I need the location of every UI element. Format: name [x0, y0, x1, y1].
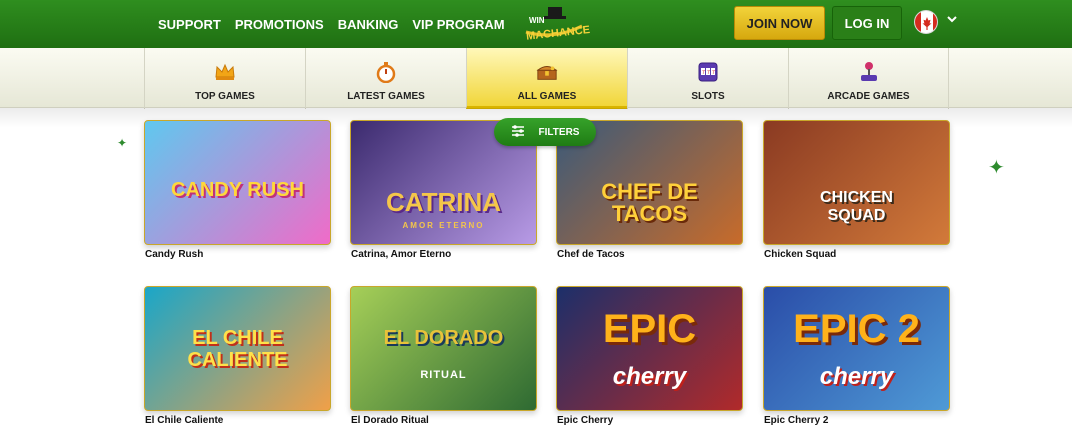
top-header: SUPPORT PROMOTIONS BANKING VIP PROGRAM W…: [0, 0, 1072, 48]
chevron-down-icon[interactable]: [946, 13, 958, 28]
tab-arcade-games[interactable]: ARCADE GAMES: [788, 48, 949, 109]
tile-art-text: EL CHILE CALIENTE: [187, 327, 288, 371]
game-title[interactable]: Epic Cherry: [557, 415, 613, 426]
main-nav: SUPPORT PROMOTIONS BANKING VIP PROGRAM: [158, 0, 505, 48]
game-title[interactable]: Catrina, Amor Eterno: [351, 249, 451, 260]
tab-label: ALL GAMES: [517, 91, 577, 102]
tile-art-text: EL DORADO: [383, 327, 504, 349]
sparkle-icon: ✦: [117, 136, 128, 150]
game-tile-el-dorado-ritual[interactable]: EL DORADO RITUAL: [350, 286, 537, 411]
game-tile-el-chile-caliente[interactable]: EL CHILE CALIENTE: [144, 286, 331, 411]
nav-promotions[interactable]: PROMOTIONS: [235, 17, 324, 32]
logo-text-win: WIN: [529, 16, 545, 25]
sliders-icon: [511, 124, 525, 140]
tab-all-games[interactable]: ALL GAMES: [466, 48, 627, 109]
stopwatch-icon: [375, 61, 397, 83]
game-tile-chicken-squad[interactable]: CHICKEN SQUAD: [763, 120, 950, 245]
nav-support[interactable]: SUPPORT: [158, 17, 221, 32]
nav-banking[interactable]: BANKING: [338, 17, 399, 32]
tile-art-text: CATRINA: [385, 187, 502, 217]
tab-slots[interactable]: 777 SLOTS: [627, 48, 788, 109]
game-title[interactable]: El Dorado Ritual: [351, 415, 429, 426]
nav-vip-program[interactable]: VIP PROGRAM: [412, 17, 504, 32]
site-logo[interactable]: WIN MACHANCE: [512, 4, 596, 46]
game-title[interactable]: Chef de Tacos: [557, 249, 625, 260]
slot-machine-icon: 777: [697, 61, 719, 83]
tab-label: SLOTS: [691, 91, 725, 102]
tab-latest-games[interactable]: LATEST GAMES: [305, 48, 466, 109]
tile-art-subtext: AMOR ETERNO: [402, 221, 485, 230]
treasure-chest-icon: [536, 61, 558, 83]
joystick-icon: [858, 61, 880, 83]
sparkle-icon: ✦: [988, 157, 1005, 179]
game-title[interactable]: El Chile Caliente: [145, 415, 223, 426]
log-in-button[interactable]: LOG IN: [832, 6, 902, 40]
tile-art-text: EPIC: [602, 307, 697, 351]
crown-icon: [214, 61, 236, 83]
tile-art-text: CHICKEN SQUAD: [820, 189, 893, 224]
tab-label: TOP GAMES: [195, 91, 255, 102]
game-tile-epic-cherry[interactable]: EPIC cherry: [556, 286, 743, 411]
svg-text:7: 7: [707, 70, 710, 76]
game-title[interactable]: Candy Rush: [145, 249, 203, 260]
tile-art-text: EPIC 2: [793, 307, 920, 351]
logo-text-machance: MACHANCE: [526, 24, 591, 43]
tile-art-subtext: cherry: [819, 363, 894, 390]
tile-art-text: CANDY RUSH: [171, 179, 304, 201]
filters-button[interactable]: FILTERS: [494, 118, 596, 146]
tab-label: ARCADE GAMES: [827, 91, 910, 102]
canada-flag-icon[interactable]: [914, 10, 938, 34]
tile-art-subtext: RITUAL: [420, 369, 467, 381]
game-tile-candy-rush[interactable]: CANDY RUSH: [144, 120, 331, 245]
tile-art-text: CHEF DE TACOS: [601, 179, 698, 226]
tile-art-subtext: cherry: [612, 363, 687, 390]
svg-text:7: 7: [712, 70, 715, 76]
svg-text:7: 7: [702, 70, 705, 76]
filters-label: FILTERS: [538, 126, 580, 138]
tab-label: LATEST GAMES: [347, 91, 425, 102]
tab-top-games[interactable]: TOP GAMES: [144, 48, 305, 109]
join-now-button[interactable]: JOIN NOW: [734, 6, 825, 40]
game-title[interactable]: Epic Cherry 2: [764, 415, 828, 426]
game-tile-epic-cherry-2[interactable]: EPIC 2 cherry: [763, 286, 950, 411]
game-title[interactable]: Chicken Squad: [764, 249, 836, 260]
